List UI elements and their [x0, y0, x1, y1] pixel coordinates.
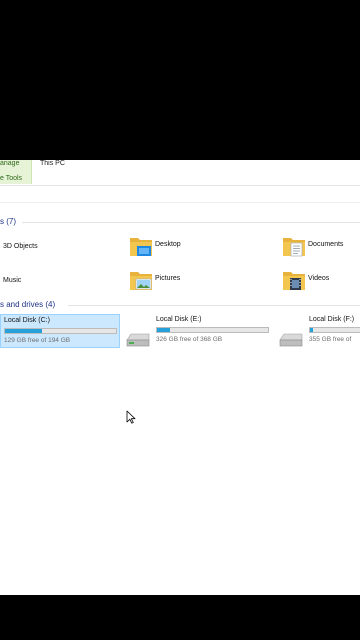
documents-folder-icon [283, 238, 305, 257]
hard-drive-icon [126, 333, 150, 347]
hard-drive-icon [279, 333, 303, 347]
folder-3d-objects[interactable]: 3D Objects [0, 236, 90, 264]
folder-label: Videos [308, 275, 330, 282]
folder-videos[interactable]: Videos [282, 268, 360, 296]
ribbon-tab-bar: anage e Tools This PC [0, 160, 360, 184]
videos-folder-icon [283, 272, 305, 290]
address-divider [0, 202, 360, 203]
drive-usage-bar [4, 328, 117, 334]
folder-desktop[interactable]: Desktop [129, 234, 219, 262]
drive-free-space: 326 GB free of 368 GB [156, 336, 223, 343]
drive-e[interactable]: Local Disk (E:) 326 GB free of 368 GB [153, 314, 273, 348]
drive-usage-fill [157, 328, 170, 332]
desktop-folder-icon [130, 238, 152, 256]
drives-group-header[interactable]: s and drives (4) [0, 300, 55, 309]
drive-usage-bar [309, 327, 360, 333]
pictures-folder-icon [130, 272, 152, 290]
drive-free-space: 355 GB free of [309, 336, 352, 343]
folder-label: Music [3, 277, 22, 284]
folder-label: Documents [308, 241, 344, 248]
folders-group-header[interactable]: s (7) [0, 217, 16, 226]
folder-label: Pictures [155, 275, 181, 282]
drive-f[interactable]: Local Disk (F:) 355 GB free of [306, 314, 360, 348]
folder-label: Desktop [155, 241, 181, 248]
drive-usage-fill [5, 329, 43, 333]
manage-tab-label: anage [0, 160, 20, 167]
folders-group-rule [22, 222, 360, 223]
drives-group-rule [68, 305, 360, 306]
drive-usage-fill [310, 328, 314, 332]
address-area [0, 186, 360, 202]
mouse-cursor-icon [126, 410, 136, 424]
folder-documents[interactable]: Documents [282, 234, 360, 262]
tab-manage[interactable]: anage e Tools [0, 160, 32, 184]
folder-music[interactable]: Music [0, 270, 90, 298]
folder-label: 3D Objects [3, 243, 38, 250]
drive-tools-label: e Tools [0, 175, 23, 182]
drive-usage-bar [156, 327, 269, 333]
folder-pictures[interactable]: Pictures [129, 268, 219, 296]
file-explorer-window: anage e Tools This PC s (7) 3D Objects D… [0, 160, 360, 595]
tab-this-pc[interactable]: This PC [40, 160, 65, 167]
drive-c[interactable]: Local Disk (C:) 129 GB free of 194 GB [0, 314, 120, 348]
drive-name: Local Disk (F:) [309, 316, 355, 323]
drive-name: Local Disk (E:) [156, 316, 202, 323]
drive-name: Local Disk (C:) [4, 317, 50, 324]
drive-free-space: 129 GB free of 194 GB [4, 337, 71, 344]
